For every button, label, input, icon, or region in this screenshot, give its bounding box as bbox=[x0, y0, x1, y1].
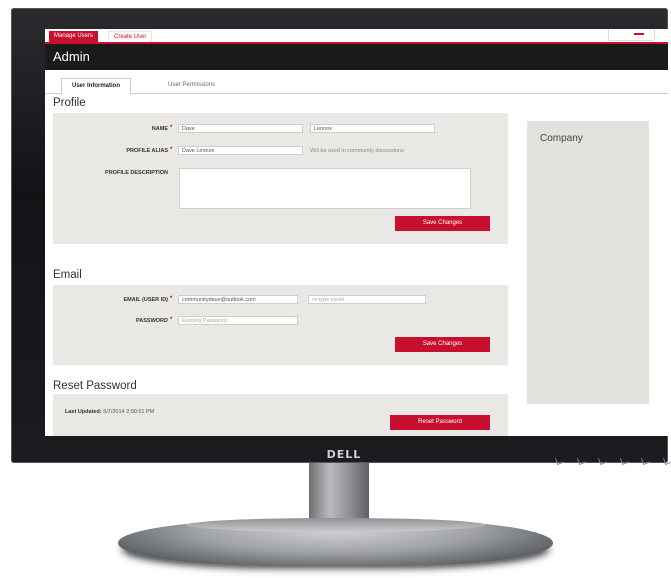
monitor-control-icon bbox=[619, 455, 629, 465]
profile-alias-label: PROFILE ALIAS bbox=[126, 148, 168, 154]
monitor-bezel: Manage Users Create User Admin User Info… bbox=[11, 8, 671, 465]
name-required-marker: * bbox=[170, 125, 173, 131]
password-label: PASSWORD bbox=[136, 318, 168, 324]
monitor-stand-base-top bbox=[186, 518, 486, 532]
page-title: Admin bbox=[53, 49, 90, 64]
last-updated-label: Last Updated: bbox=[65, 409, 102, 415]
company-panel: Company bbox=[527, 121, 649, 404]
email-section-title: Email bbox=[53, 269, 82, 281]
monitor-control-icon bbox=[641, 455, 651, 465]
profile-description-textarea[interactable] bbox=[179, 168, 471, 209]
tab-user-information[interactable]: User Information bbox=[61, 78, 132, 95]
company-title: Company bbox=[540, 133, 583, 144]
profile-alias-hint: Will be used in community discussions bbox=[310, 148, 404, 154]
tab-manage-users[interactable]: Manage Users bbox=[49, 31, 99, 42]
profile-description-label: PROFILE DESCRIPTION bbox=[105, 170, 168, 176]
monitor-screen: Manage Users Create User Admin User Info… bbox=[45, 29, 668, 436]
email-label: EMAIL (USER ID) bbox=[123, 297, 168, 303]
email-input[interactable]: communitydave@outlook.com bbox=[178, 295, 298, 304]
retype-email-input[interactable]: re-type email bbox=[308, 295, 426, 304]
reset-password-panel: Last Updated: 5/7/2014 2:00:51 PM Reset … bbox=[53, 394, 508, 436]
reset-password-section-title: Reset Password bbox=[53, 380, 137, 392]
profile-section-title: Profile bbox=[53, 97, 86, 109]
monitor-control-icon bbox=[662, 455, 671, 465]
tab-create-user[interactable]: Create User bbox=[108, 31, 153, 42]
email-save-button[interactable]: Save Changes bbox=[395, 337, 490, 352]
password-required-marker: * bbox=[170, 317, 173, 323]
user-menu-indicator bbox=[634, 33, 644, 35]
admin-bar: Admin bbox=[45, 44, 668, 70]
first-name-input[interactable]: Dave bbox=[178, 124, 303, 133]
monitor-brand-logo: DELL bbox=[326, 448, 362, 461]
top-nav: Manage Users Create User bbox=[45, 29, 668, 44]
profile-alias-input[interactable]: Dave Lennox bbox=[178, 146, 303, 155]
monitor-control-icon bbox=[555, 455, 564, 465]
email-required-marker: * bbox=[170, 296, 173, 302]
last-updated-text: Last Updated: 5/7/2014 2:00:51 PM bbox=[65, 409, 154, 415]
alias-required-marker: * bbox=[170, 147, 173, 153]
password-input[interactable]: Existing Password bbox=[178, 316, 298, 325]
last-name-input[interactable]: Lennox bbox=[310, 124, 435, 133]
user-menu[interactable] bbox=[608, 29, 655, 41]
last-updated-value: 5/7/2014 2:00:51 PM bbox=[103, 409, 155, 415]
monitor-control-icon bbox=[576, 455, 586, 465]
monitor-control-icon bbox=[598, 455, 608, 465]
email-panel: EMAIL (USER ID) * communitydave@outlook.… bbox=[53, 285, 508, 365]
name-label: NAME bbox=[151, 126, 168, 132]
monitor-controls bbox=[555, 455, 671, 465]
profile-save-button[interactable]: Save Changes bbox=[395, 216, 490, 231]
profile-panel: NAME * Dave Lennox PROFILE ALIAS * Dave … bbox=[53, 113, 508, 244]
tab-user-permissions[interactable]: User Permissions bbox=[158, 78, 225, 92]
sub-tabs: User Information User Permissions bbox=[45, 70, 668, 95]
reset-password-button[interactable]: Reset Password bbox=[390, 415, 490, 430]
monitor-stand-neck bbox=[309, 463, 369, 523]
